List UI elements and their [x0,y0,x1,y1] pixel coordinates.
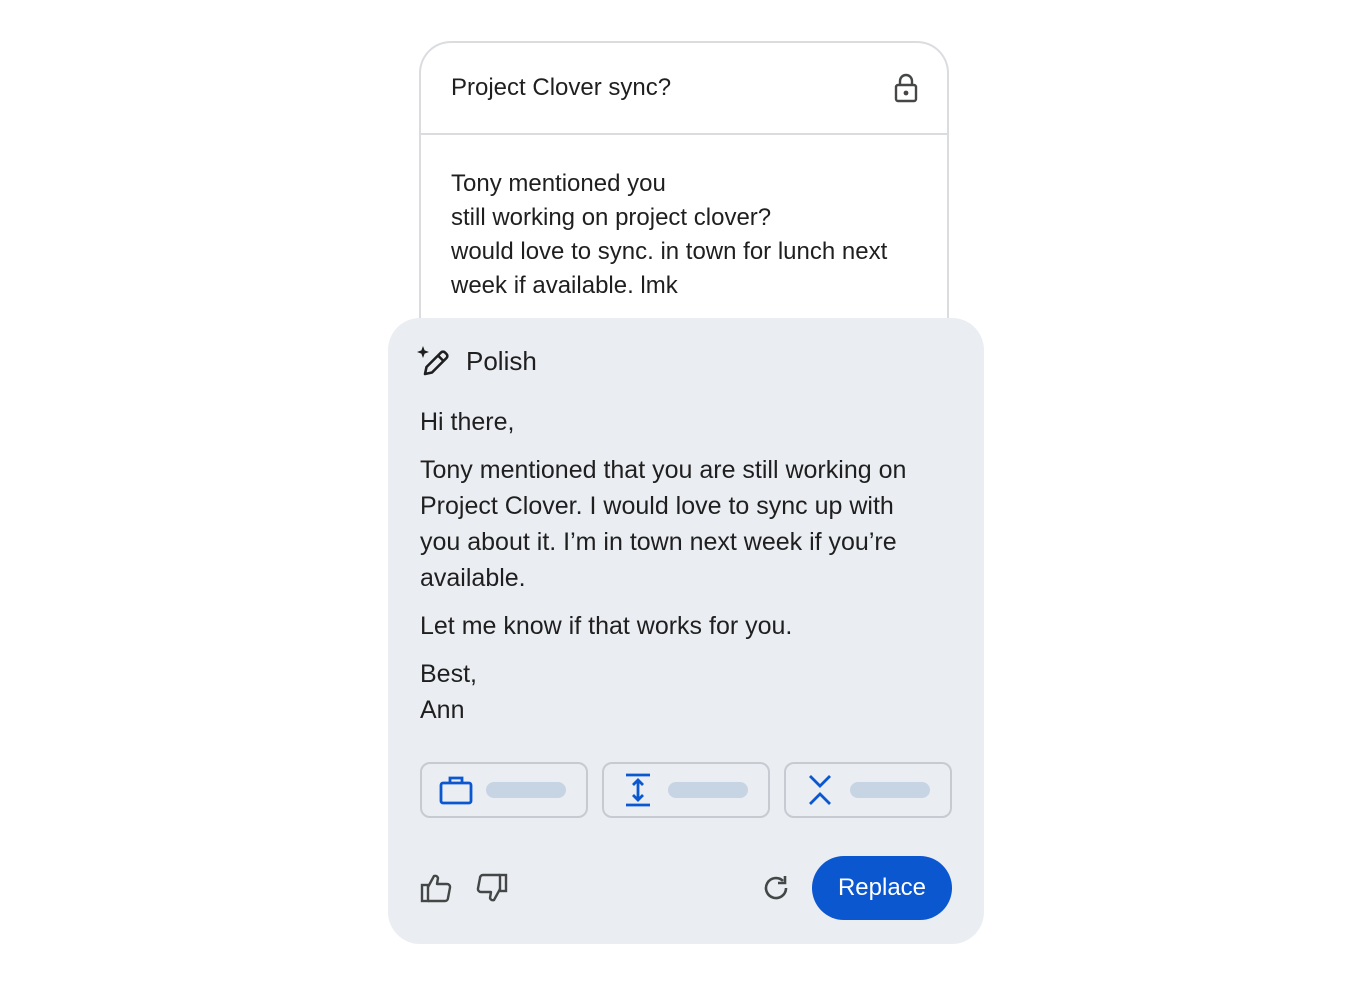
formalize-chip[interactable] [420,762,588,818]
thumb-down-icon[interactable] [474,870,510,906]
refresh-icon[interactable] [758,870,794,906]
polish-header: Polish [416,344,537,378]
lock-icon [893,73,919,103]
thumb-up-icon[interactable] [418,870,454,906]
elaborate-chip[interactable] [602,762,770,818]
refine-chips [420,762,952,818]
briefcase-icon [438,772,474,808]
subject-row[interactable]: Project Clover sync? [421,43,947,135]
signature: Best, Ann [420,656,960,728]
draft-line: week if available. lmk [451,272,678,299]
replace-button[interactable]: Replace [812,856,952,920]
draft-line: would love to sync. in town for lunch ne… [451,238,888,265]
polish-title: Polish [466,345,537,376]
draft-line: Tony mentioned you [451,170,666,197]
subject-field[interactable]: Project Clover sync? [451,74,671,102]
greeting: Hi there, [420,408,515,436]
chip-label-placeholder [486,782,566,798]
signoff: Best, [420,660,477,688]
sender-name: Ann [420,696,465,724]
shorten-chip[interactable] [784,762,952,818]
shorten-icon [802,772,838,808]
panel-footer: Replace [388,856,984,920]
draft-line: still working on project clover? [451,204,772,231]
elaborate-icon [620,772,656,808]
stage: Project Clover sync? Tony mentioned you … [0,0,1368,1000]
pen-sparkle-icon [416,344,450,378]
chip-label-placeholder [850,782,930,798]
paragraph-line: available. [420,564,526,592]
paragraph-line: Project Clover. I would love to sync up … [420,492,894,520]
polished-text: Hi there, Tony mentioned that you are st… [420,404,960,740]
email-compose-card: Project Clover sync? Tony mentioned you … [419,41,949,361]
polish-panel: Polish Hi there, Tony mentioned that you… [388,318,984,944]
closing-line: Let me know if that works for you. [420,612,793,640]
email-body[interactable]: Tony mentioned you still working on proj… [421,135,947,303]
chip-label-placeholder [668,782,748,798]
paragraph-line: Tony mentioned that you are still workin… [420,456,907,484]
main-paragraph: Tony mentioned that you are still workin… [420,452,960,596]
paragraph-line: you about it. I’m in town next week if y… [420,528,897,556]
